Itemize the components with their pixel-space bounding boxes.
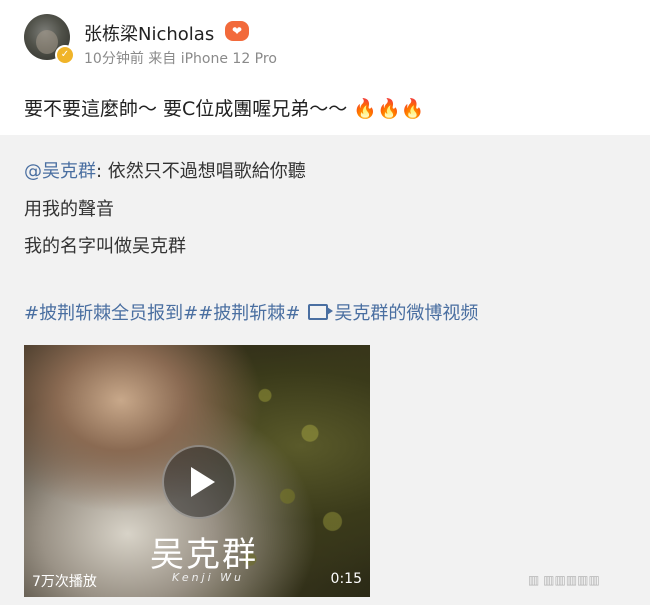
verified-badge-icon: ✓ [55, 45, 75, 65]
hashtag-link-1[interactable]: #披荆斩棘全员报到# [24, 303, 198, 324]
video-player[interactable]: 吴克群 Kenji Wu 7万次播放 0:15 [24, 345, 370, 597]
author-name[interactable]: 张栋梁Nicholas [84, 20, 214, 46]
post-card: ✓ 张栋梁Nicholas ❤ 10分钟前 来自 iPhone 12 Pro 要… [0, 0, 650, 135]
video-watermark-name: 吴克群 [150, 535, 258, 575]
repost-line-3: 我的名字叫做吴克群 [24, 236, 186, 257]
play-count: 7万次播放 [32, 574, 97, 590]
video-duration: 0:15 [330, 571, 362, 587]
hashtag-line: #披荆斩棘全员报到##披荆斩棘# 吴克群的微博视频 [24, 299, 478, 325]
repost-line-1: @吴克群: 依然只不過想唱歌給你聽 [24, 157, 306, 183]
site-watermark: ▥ ▥▥▥▥▥ [528, 573, 600, 587]
video-link[interactable]: 吴克群的微博视频 [334, 303, 478, 324]
repost-card[interactable]: @吴克群: 依然只不過想唱歌給你聽 用我的聲音 我的名字叫做吴克群 #披荆斩棘全… [0, 135, 650, 605]
post-text-body: 要不要這麼帥～ 要C位成團喔兄弟～～ [24, 98, 348, 120]
video-watermark-english: Kenji Wu [172, 571, 245, 584]
video-camera-icon [308, 304, 334, 320]
post-text: 要不要這麼帥～ 要C位成團喔兄弟～～ 🔥🔥🔥 [24, 94, 424, 121]
fire-emoji-icon: 🔥🔥🔥 [353, 98, 425, 120]
post-meta: 10分钟前 来自 iPhone 12 Pro [84, 51, 277, 67]
repost-text-1: : 依然只不過想唱歌給你聽 [96, 161, 306, 182]
repost-line-2: 用我的聲音 [24, 199, 114, 220]
hashtag-link-2[interactable]: #披荆斩棘# [198, 303, 300, 324]
mention-link[interactable]: @吴克群 [24, 161, 96, 182]
play-icon[interactable] [162, 445, 236, 519]
member-badge-icon[interactable]: ❤ [225, 21, 249, 41]
